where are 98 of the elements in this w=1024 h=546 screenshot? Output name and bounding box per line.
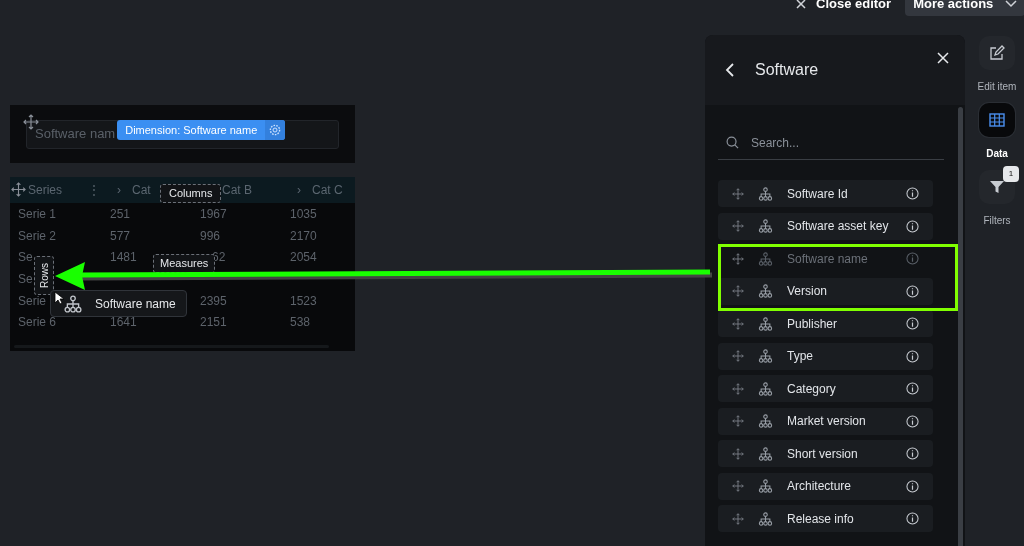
side-tab-label: Edit item [977, 80, 1017, 94]
table-cell: 251 [110, 206, 131, 221]
field-list-item[interactable]: Short version [718, 440, 933, 467]
field-list-item[interactable]: Version [718, 277, 933, 305]
dimension-badge: Dimension: Software name [117, 120, 286, 140]
move-icon[interactable] [732, 512, 744, 525]
move-icon[interactable] [732, 252, 744, 265]
field-list-item[interactable]: Type [718, 342, 933, 370]
field-label: Architecture [787, 478, 853, 495]
table-cell: 1035 [290, 206, 317, 221]
column-header: Cat [132, 183, 151, 197]
hierarchy-icon [758, 284, 773, 298]
close-icon[interactable] [937, 52, 949, 64]
table-cell: Serie [18, 293, 46, 308]
table-cell: 2170 [290, 228, 317, 243]
hierarchy-icon [758, 251, 773, 266]
table-cell: 538 [290, 315, 311, 330]
move-icon[interactable] [732, 447, 744, 460]
cursor-icon [54, 291, 64, 305]
placeholder-text: Software nam [35, 125, 116, 144]
table-cell: 1481 [110, 250, 137, 265]
table-cell: 1523 [290, 293, 317, 308]
column-header: › [297, 183, 301, 197]
table-cell: Serie 1 [18, 206, 57, 221]
column-header: › [117, 183, 121, 197]
back-icon[interactable] [725, 63, 735, 77]
hierarchy-icon [758, 511, 773, 526]
move-icon[interactable] [11, 182, 26, 197]
table-cell: 2151 [200, 315, 227, 330]
move-icon[interactable] [732, 480, 744, 492]
side-tab-label: Filters [983, 214, 1011, 228]
field-list-item[interactable]: Software Id [718, 180, 933, 207]
search-field[interactable]: Search... [718, 126, 944, 160]
edit-icon [989, 45, 1005, 61]
field-label: Category [787, 380, 837, 398]
table-cell: Se [18, 250, 33, 265]
chevron-down-icon [1005, 0, 1018, 8]
column-header: Cat B [222, 183, 252, 197]
table-cell: 577 [110, 228, 131, 243]
field-list-item[interactable]: Software name [718, 245, 933, 272]
table-cell: 2054 [290, 250, 317, 265]
hierarchy-icon [758, 349, 773, 363]
field-label: Publisher [787, 315, 839, 333]
table-cell: 1967 [200, 206, 227, 221]
field-label: Type [787, 348, 814, 365]
side-tab[interactable] [979, 36, 1015, 70]
dragged-field-chip: Software name [50, 290, 187, 317]
panel-title: Software [755, 60, 819, 80]
move-icon[interactable] [732, 350, 744, 362]
field-label: Software name [787, 250, 869, 268]
field-label: Software Id [787, 185, 849, 203]
field-list-item[interactable]: Category [718, 375, 933, 402]
move-icon[interactable] [732, 285, 744, 297]
hierarchy-icon [758, 446, 773, 461]
side-tab[interactable] [979, 103, 1015, 137]
measures-drop-zone[interactable]: Measures [153, 254, 216, 273]
field-list-item[interactable]: Publisher [718, 310, 933, 337]
column-header: ⋮ [88, 183, 100, 197]
move-icon[interactable] [732, 220, 744, 232]
scrollbar[interactable] [958, 107, 963, 546]
move-icon[interactable] [732, 187, 744, 200]
hierarchy-icon [758, 186, 773, 201]
field-label: Short version [787, 445, 859, 463]
field-label: Software asset key [787, 218, 890, 235]
hierarchy-icon [63, 294, 83, 313]
hierarchy-icon [758, 414, 773, 428]
field-label: Market version [787, 413, 867, 430]
search-icon [726, 136, 739, 149]
field-label: Release info [787, 510, 855, 528]
hierarchy-icon [758, 479, 773, 493]
field-label: Version [787, 283, 829, 300]
count-badge: 1 [1003, 166, 1019, 182]
field-list-item[interactable]: Release info [718, 505, 933, 532]
move-icon[interactable] [732, 415, 744, 427]
field-list-item[interactable]: Architecture [718, 472, 933, 500]
table-cell: Serie 2 [18, 228, 57, 243]
close-icon [796, 0, 806, 9]
hierarchy-icon [758, 316, 773, 331]
hierarchy-icon [758, 381, 773, 396]
move-icon[interactable] [732, 382, 744, 395]
rows-drop-zone[interactable]: Rows [34, 256, 54, 295]
table-cell: Serie 6 [18, 315, 57, 330]
table-icon [989, 113, 1005, 127]
side-tab-label: Data [986, 147, 1008, 161]
table-cell: Se [18, 271, 33, 286]
move-icon[interactable] [23, 114, 39, 130]
table-cell: 2395 [200, 293, 227, 308]
table-cell: 996 [200, 228, 221, 243]
gear-icon [269, 124, 282, 136]
table-cell: 1641 [110, 315, 137, 330]
field-list-item[interactable]: Software asset key [718, 212, 933, 240]
field-list-item[interactable]: Market version [718, 407, 933, 435]
columns-drop-zone[interactable]: Columns [160, 184, 222, 203]
column-header: Cat C [312, 183, 343, 197]
filter-icon [989, 179, 1005, 195]
move-icon[interactable] [732, 317, 744, 330]
hierarchy-icon [758, 219, 773, 233]
column-header: Series [28, 183, 62, 197]
